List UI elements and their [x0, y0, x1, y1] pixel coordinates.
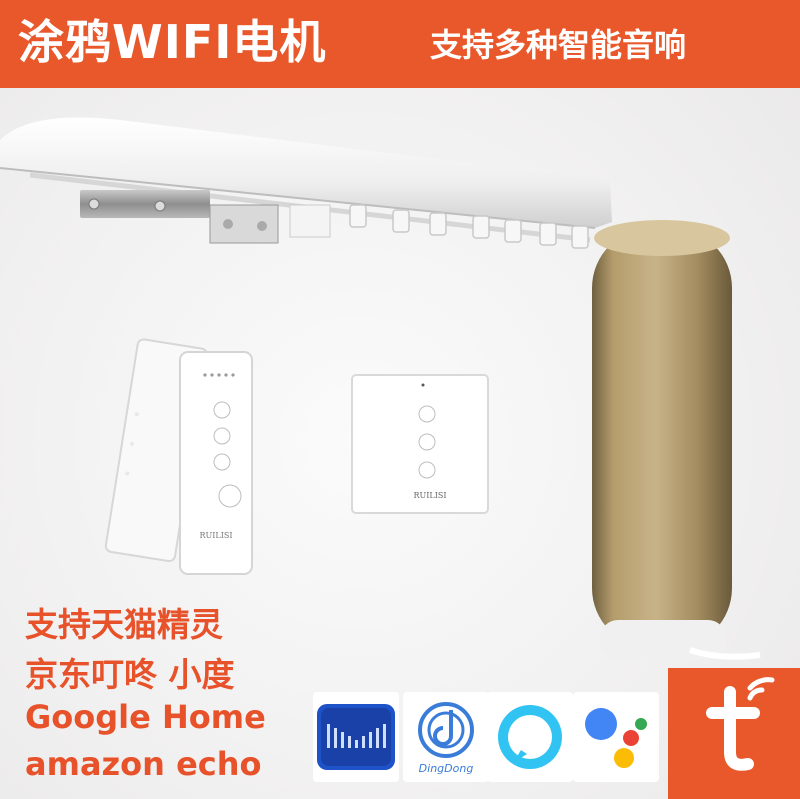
feature-jd-xiaodu: 京东叮咚 小度 — [25, 655, 235, 694]
banner-title: 涂鸦WIFI电机 — [18, 15, 327, 69]
tmall-genie-icon — [313, 692, 399, 782]
dingdong-icon: DingDong — [403, 692, 489, 782]
switch-brand-label: RUILISI — [413, 491, 446, 500]
curtain-motor — [592, 220, 761, 660]
tuya-icon — [706, 677, 775, 771]
feature-google-home: Google Home — [25, 698, 266, 736]
feature-amazon-echo: amazon echo — [25, 745, 262, 783]
tuya-logo — [668, 668, 800, 799]
title-banner: 涂鸦WIFI电机 支持多种智能音响 — [0, 0, 800, 88]
remote-brand-label: RUILISI — [199, 531, 232, 540]
google-assistant-icon — [573, 692, 659, 782]
banner-subtitle: 支持多种智能音响 — [430, 26, 687, 64]
product-image: 涂鸦WIFI电机 支持多种智能音响 RUILISI RUILISI 支持天猫精灵… — [0, 0, 800, 799]
wall-switch: RUILISI — [351, 374, 489, 514]
remote-control-front: RUILISI — [179, 351, 253, 575]
feature-tmall: 支持天猫精灵 — [25, 605, 223, 644]
dingdong-label: DingDong — [419, 762, 474, 775]
alexa-icon — [487, 692, 573, 782]
